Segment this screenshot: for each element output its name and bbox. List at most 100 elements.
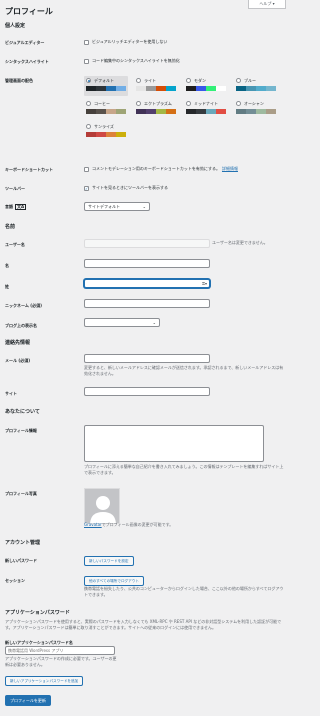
- keyboard-shortcut-option[interactable]: コメントモデレーション用のキーボードショートカットを有効にする。 詳細情報: [84, 166, 238, 172]
- autofill-key-icon[interactable]: ⚿▾: [202, 280, 207, 288]
- color-scheme-radio[interactable]: [86, 78, 91, 83]
- color-swatch: [146, 109, 156, 114]
- website-label: サイト: [5, 391, 17, 396]
- gravatar-note: Gravatarでプロフィール画像の変更が可能です。: [84, 522, 173, 528]
- color-swatch: [246, 109, 256, 114]
- color-swatches: [236, 109, 276, 114]
- display-name-select[interactable]: ⌄: [84, 318, 160, 327]
- bio-textarea[interactable]: [84, 425, 264, 462]
- logout-everywhere-button[interactable]: 他のすべての場所でログアウト: [84, 576, 144, 586]
- color-scheme-option[interactable]: サンライズ: [84, 122, 128, 142]
- email-input[interactable]: [84, 354, 210, 363]
- color-scheme-name-row: エクトプラズム: [136, 100, 176, 107]
- toolbar-text: サイトを見るときにツールバーを表示する: [92, 185, 168, 190]
- color-swatch: [186, 109, 196, 114]
- color-swatches: [136, 86, 176, 91]
- username-input: [84, 239, 210, 248]
- color-swatch: [86, 132, 96, 137]
- chevron-down-icon: ⌄: [152, 320, 156, 325]
- color-scheme-name-row: ミッドナイト: [186, 100, 226, 107]
- gravatar-link[interactable]: Gravatar: [84, 522, 102, 527]
- color-scheme-option[interactable]: エクトプラズム: [134, 99, 178, 119]
- add-app-password-button[interactable]: 新しいアプリケーションパスワードを追加: [5, 676, 84, 686]
- set-new-password-button[interactable]: 新しいパスワードを設定: [84, 556, 134, 566]
- visual-editor-label: ビジュアルエディター: [5, 40, 45, 45]
- color-swatch: [156, 109, 166, 114]
- display-name-label: ブログ上の表示名: [5, 323, 37, 328]
- color-swatch: [256, 86, 266, 91]
- color-swatches: [136, 109, 176, 114]
- color-swatch: [146, 86, 156, 91]
- color-scheme-radio[interactable]: [86, 101, 91, 106]
- color-scheme-name: ライト: [144, 77, 156, 83]
- toolbar-option[interactable]: サイトを見るときにツールバーを表示する: [84, 185, 168, 191]
- color-swatch: [106, 132, 116, 137]
- syntax-highlight-option[interactable]: コード編集中のシンタックスハイライトを無効化: [84, 58, 180, 64]
- color-scheme-name-row: サンライズ: [86, 123, 126, 130]
- keyboard-shortcut-more-link[interactable]: 詳細情報: [222, 166, 238, 172]
- color-swatch: [206, 86, 216, 91]
- color-scheme-name: コーヒー: [94, 100, 110, 106]
- sessions-label: セッション: [5, 578, 25, 583]
- color-swatches: [86, 109, 126, 114]
- color-scheme-name: オーシャン: [244, 100, 264, 106]
- color-swatches: [86, 86, 126, 91]
- color-swatch: [266, 109, 276, 114]
- color-swatch: [116, 109, 126, 114]
- color-scheme-option[interactable]: オーシャン: [234, 99, 278, 119]
- last-name-input[interactable]: ⚿▾: [84, 279, 210, 288]
- color-scheme-option[interactable]: ミッドナイト: [184, 99, 228, 119]
- update-profile-button[interactable]: プロフィールを更新: [5, 695, 51, 706]
- color-swatch: [216, 86, 226, 91]
- color-swatch: [186, 86, 196, 91]
- avatar: [84, 488, 120, 524]
- keyboard-shortcut-checkbox[interactable]: [84, 166, 89, 172]
- color-scheme-option[interactable]: ライト: [134, 76, 178, 96]
- visual-editor-option[interactable]: ビジュアルリッチエディターを使用しない: [84, 39, 167, 45]
- color-scheme-option[interactable]: コーヒー: [84, 99, 128, 119]
- website-input[interactable]: [84, 387, 210, 396]
- color-swatch: [266, 86, 276, 91]
- color-scheme-name-row: デフォルト: [86, 77, 126, 84]
- color-scheme-radio[interactable]: [86, 124, 91, 129]
- color-scheme-option[interactable]: ブルー: [234, 76, 278, 96]
- color-swatch: [116, 132, 126, 137]
- toolbar-checkbox[interactable]: [84, 185, 89, 191]
- color-scheme-radio[interactable]: [186, 101, 191, 106]
- color-swatch: [196, 109, 206, 114]
- color-scheme-radio[interactable]: [186, 78, 191, 83]
- color-swatch: [96, 86, 106, 91]
- color-swatches: [86, 132, 126, 137]
- nickname-input[interactable]: [84, 299, 210, 308]
- color-scheme-radio[interactable]: [236, 78, 241, 83]
- default-avatar-icon: [85, 489, 119, 523]
- color-swatch: [246, 86, 256, 91]
- toolbar-label: ツールバー: [5, 186, 25, 191]
- email-description: 変更すると、新しいメールアドレスに確認メールが送信されます。承認されるまで、新し…: [84, 365, 284, 376]
- language-select-value: サイトデフォルト: [88, 204, 120, 209]
- color-scheme-radio[interactable]: [236, 101, 241, 106]
- username-note: ユーザー名は変更できません。: [212, 240, 268, 245]
- color-swatch: [216, 109, 226, 114]
- first-name-input[interactable]: [84, 259, 210, 268]
- color-scheme-option[interactable]: モダン: [184, 76, 228, 96]
- app-password-name-description: アプリケーションパスワードの作成に必要です。ユーザーの更新は必要ありません。: [5, 656, 117, 667]
- color-swatch: [96, 109, 106, 114]
- color-scheme-radio[interactable]: [136, 78, 141, 83]
- color-scheme-radio[interactable]: [136, 101, 141, 106]
- translate-icon: 文A: [15, 204, 27, 210]
- app-password-name-input[interactable]: [5, 646, 115, 655]
- gravatar-text: でプロフィール画像の変更が可能です。: [101, 522, 174, 527]
- color-scheme-option[interactable]: デフォルト: [84, 76, 128, 96]
- keyboard-shortcut-label: キーボードショートカット: [5, 167, 53, 172]
- new-password-label: 新しいパスワード: [5, 558, 37, 563]
- visual-editor-text: ビジュアルリッチエディターを使用しない: [92, 39, 168, 44]
- color-swatch: [86, 86, 96, 91]
- help-tab[interactable]: ヘルプ ▾: [248, 0, 286, 9]
- profile-photo-label: プロフィール写真: [5, 491, 37, 496]
- syntax-highlight-checkbox[interactable]: [84, 58, 89, 64]
- language-select[interactable]: サイトデフォルト ⌄: [84, 202, 150, 211]
- color-scheme-name-row: モダン: [186, 77, 226, 84]
- visual-editor-checkbox[interactable]: [84, 39, 89, 45]
- app-passwords-heading: アプリケーションパスワード: [5, 610, 70, 616]
